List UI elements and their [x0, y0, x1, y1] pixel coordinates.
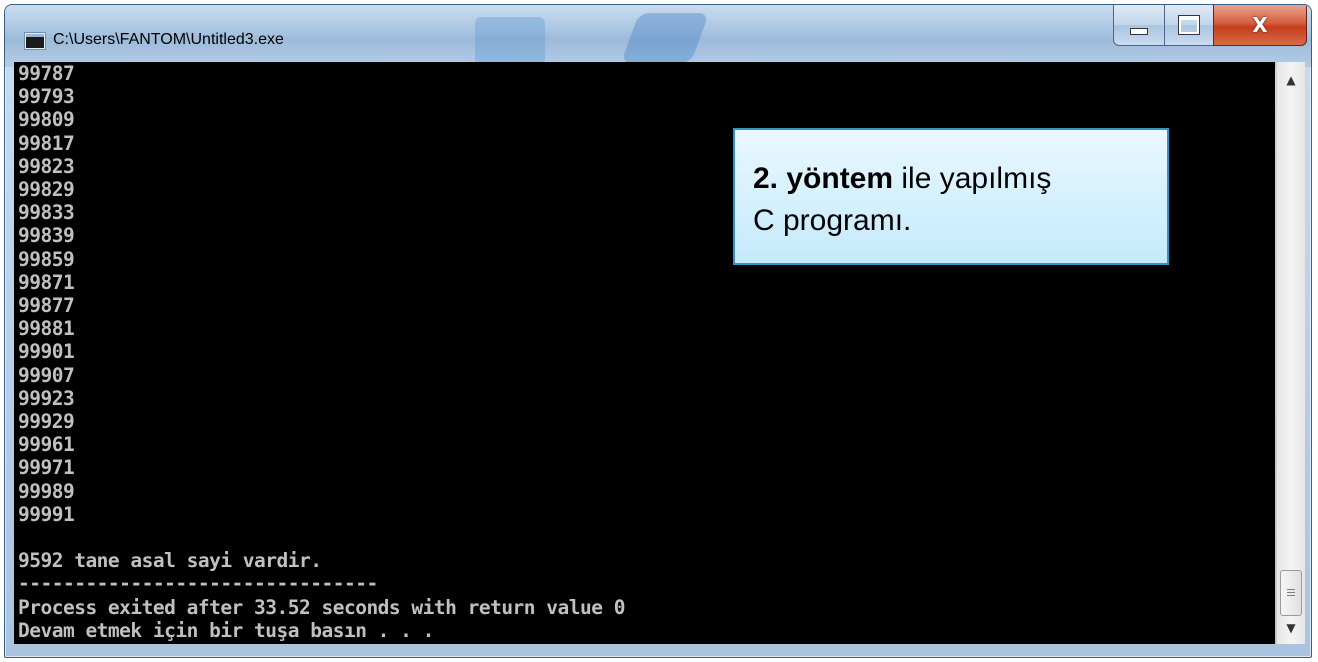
console-number-line: 99793 [18, 85, 75, 109]
titlebar-reflection [475, 17, 545, 65]
console-number-line: 99923 [18, 386, 75, 410]
process-exit-line: Process exited after 33.52 seconds with … [18, 595, 625, 619]
maximize-button[interactable] [1164, 5, 1214, 46]
close-icon: X [1252, 13, 1268, 37]
console-number-line: 99929 [18, 410, 75, 434]
title-bar[interactable]: C:\Users\FANTOM\Untitled3.exe X [5, 5, 1311, 67]
callout-text: ile yapılmış [893, 162, 1052, 195]
callout-bold-text: 2. yöntem [753, 162, 894, 195]
titlebar-reflection [620, 13, 710, 63]
console-app-icon[interactable] [25, 33, 45, 49]
console-number-line: 99877 [18, 294, 75, 318]
console-number-line: 99871 [18, 270, 75, 294]
scrollbar-thumb[interactable] [1280, 570, 1302, 616]
annotation-callout: 2. yöntem ile yapılmış C programı. [733, 128, 1169, 265]
scroll-up-icon[interactable]: ▲ [1277, 66, 1305, 94]
console-number-line: 99991 [18, 502, 75, 526]
maximize-icon [1178, 15, 1200, 35]
vertical-scrollbar[interactable]: ▲ ▼ [1276, 62, 1305, 644]
console-number-line: 99989 [18, 479, 75, 503]
minimize-button[interactable] [1113, 5, 1165, 46]
scroll-down-icon[interactable]: ▼ [1277, 614, 1305, 642]
callout-line-1: 2. yöntem ile yapılmış [753, 158, 1167, 200]
console-number-line: 99961 [18, 433, 75, 457]
console-number-line: 99901 [18, 340, 75, 364]
grip-icon [1287, 588, 1295, 598]
console-number-line: 99971 [18, 456, 75, 480]
console-number-line: 99787 [18, 62, 75, 85]
press-key-prompt: Devam etmek için bir tuşa basın . . . [18, 618, 434, 642]
console-number-line: 99907 [18, 363, 75, 387]
console-number-line: 99881 [18, 317, 75, 341]
separator-line: -------------------------------- [18, 572, 378, 596]
summary-line: 9592 tane asal sayi vardir. [18, 549, 322, 573]
minimize-icon [1130, 27, 1148, 35]
close-button[interactable]: X [1213, 5, 1307, 46]
callout-line-2: C programı. [753, 204, 912, 237]
window-title: C:\Users\FANTOM\Untitled3.exe [53, 31, 284, 48]
